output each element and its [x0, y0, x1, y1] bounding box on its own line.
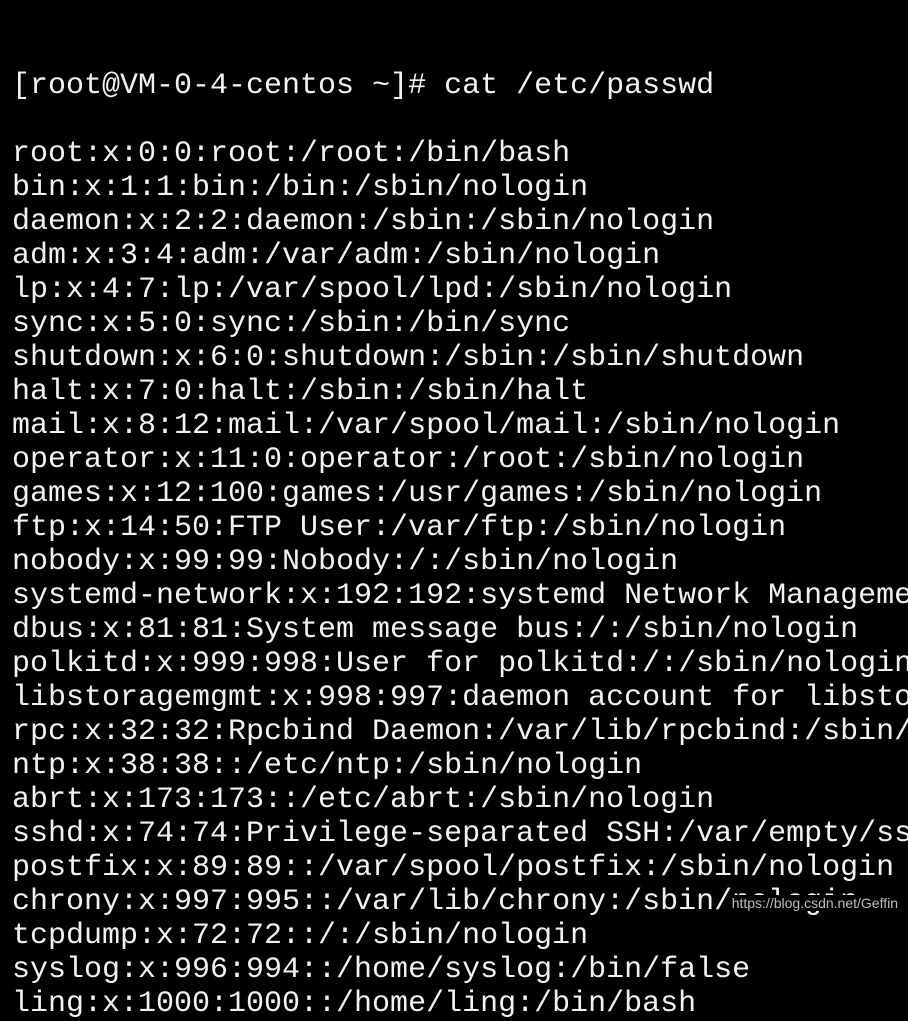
terminal-line: sync:x:5:0:sync:/sbin:/bin/sync — [12, 307, 571, 341]
terminal-line: syslog:x:996:994::/home/syslog:/bin/fals… — [12, 953, 751, 987]
terminal-line: bin:x:1:1:bin:/bin:/sbin/nologin — [12, 171, 589, 205]
terminal-line: mail:x:8:12:mail:/var/spool/mail:/sbin/n… — [12, 409, 841, 443]
terminal-line: dbus:x:81:81:System message bus:/:/sbin/… — [12, 613, 859, 647]
terminal-line: sshd:x:74:74:Privilege-separated SSH:/va… — [12, 817, 908, 851]
terminal-line: operator:x:11:0:operator:/root:/sbin/nol… — [12, 443, 805, 477]
terminal-line: tcpdump:x:72:72::/:/sbin/nologin — [12, 919, 589, 953]
terminal-line: rpc:x:32:32:Rpcbind Daemon:/var/lib/rpcb… — [12, 715, 908, 749]
terminal-output[interactable]: [root@VM-0-4-centos ~]# cat /etc/passwd … — [12, 1, 908, 1021]
terminal-line: ftp:x:14:50:FTP User:/var/ftp:/sbin/nolo… — [12, 511, 787, 545]
terminal-line: postfix:x:89:89::/var/spool/postfix:/sbi… — [12, 851, 895, 885]
terminal-line: games:x:12:100:games:/usr/games:/sbin/no… — [12, 477, 823, 511]
terminal-line: nobody:x:99:99:Nobody:/:/sbin/nologin — [12, 545, 679, 579]
terminal-line: lp:x:4:7:lp:/var/spool/lpd:/sbin/nologin — [12, 273, 733, 307]
terminal-line: halt:x:7:0:halt:/sbin:/sbin/halt — [12, 375, 589, 409]
terminal-line: abrt:x:173:173::/etc/abrt:/sbin/nologin — [12, 783, 715, 817]
terminal-line: polkitd:x:999:998:User for polkitd:/:/sb… — [12, 647, 908, 681]
terminal-line: ling:x:1000:1000::/home/ling:/bin/bash — [12, 987, 697, 1021]
terminal-line: ntp:x:38:38::/etc/ntp:/sbin/nologin — [12, 749, 643, 783]
terminal-line: libstoragemgmt:x:998:997:daemon account … — [12, 681, 908, 715]
terminal-line: root:x:0:0:root:/root:/bin/bash — [12, 137, 571, 171]
terminal-line: adm:x:3:4:adm:/var/adm:/sbin/nologin — [12, 239, 661, 273]
terminal-line: systemd-network:x:192:192:systemd Networ… — [12, 579, 908, 613]
terminal-line: daemon:x:2:2:daemon:/sbin:/sbin/nologin — [12, 205, 715, 239]
terminal-line: shutdown:x:6:0:shutdown:/sbin:/sbin/shut… — [12, 341, 805, 375]
command-prompt-line: [root@VM-0-4-centos ~]# cat /etc/passwd — [12, 69, 715, 103]
watermark: https://blog.csdn.net/Geffin — [727, 895, 898, 911]
